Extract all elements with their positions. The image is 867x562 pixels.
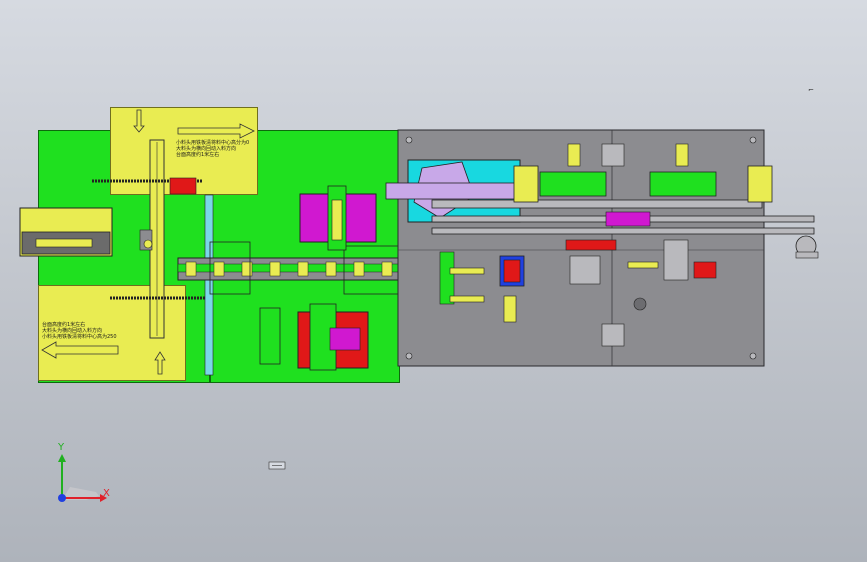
upper-right-arrow xyxy=(177,123,255,139)
lower-note-block: 台面高度约1米左右 大料头为横向回动入料方向 小料头用铁板清将料中心高为250 xyxy=(42,322,142,340)
lower-left-arrow xyxy=(41,341,119,359)
z-axis-dot xyxy=(58,494,66,502)
horizontal-rail-bottom xyxy=(431,227,815,235)
motor-left xyxy=(513,165,539,203)
axis-x-label: X xyxy=(103,488,110,499)
axis-triad xyxy=(58,454,107,502)
feed-arrows-svg xyxy=(19,109,819,502)
upper-note-line3: 台面高度约1米左右 xyxy=(176,152,220,158)
upper-note-block: 小料头用铁板清将料中心高分为0 大料头为横向回动入料方向 台面高度约1米左右 xyxy=(176,140,254,158)
lower-note-line3: 小料头用铁板清将料中心高为250 xyxy=(42,334,117,340)
motor-right xyxy=(747,165,773,203)
view-corner-mark: ⌐ xyxy=(808,86,814,94)
cad-viewport[interactable]: X Y ⌐ 小料头用铁板清将料中心高分为0 大料头为横向回动入料方向 台面高度约… xyxy=(0,0,867,562)
upper-down-arrow xyxy=(133,109,145,133)
lower-up-arrow xyxy=(154,351,166,375)
horizontal-rail-top xyxy=(431,199,763,209)
axis-y-label: Y xyxy=(58,442,65,453)
